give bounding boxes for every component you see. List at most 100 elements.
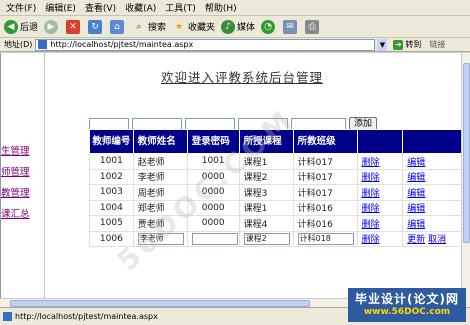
- home-button[interactable]: ⌂: [110, 19, 126, 34]
- edit-name-input[interactable]: 李老师: [137, 232, 184, 245]
- sidebar-item-course-summary[interactable]: 课汇总: [1, 206, 30, 220]
- header-edit: [402, 129, 461, 154]
- mail-icon: ✉: [283, 19, 298, 34]
- cell-name: 赵老师: [132, 153, 188, 170]
- search-icon: ⌕: [132, 19, 147, 34]
- cell-class: 计科017: [292, 184, 358, 201]
- sidebar-item-teacher-manage[interactable]: 师管理: [1, 164, 30, 178]
- cell-course: 课程4: [238, 215, 294, 232]
- star-icon: ★: [172, 19, 187, 34]
- go-arrow-icon: ➔: [393, 39, 404, 50]
- delete-link[interactable]: 删除: [362, 189, 380, 199]
- cell-name: 贾老师: [132, 215, 188, 232]
- edit-class-input[interactable]: 计科018: [297, 232, 354, 245]
- address-input[interactable]: http://localhost/pjtest/maintea.aspx: [35, 38, 376, 51]
- page-icon: [38, 40, 48, 49]
- stop-button[interactable]: ✕: [66, 19, 82, 34]
- menu-file[interactable]: 文件(F): [6, 1, 36, 14]
- cell-course: 课程3: [238, 184, 294, 201]
- watermark-line1: 毕业设计(论文)网: [355, 292, 459, 306]
- cell-password: 0000: [186, 168, 240, 185]
- mail-button[interactable]: ✉: [283, 19, 299, 34]
- header-password: 登录密码: [186, 129, 240, 154]
- cell-id: 1001: [89, 153, 134, 170]
- refresh-button[interactable]: ↻: [88, 19, 104, 34]
- vertical-scroll-thumb[interactable]: [463, 63, 470, 243]
- edit-course-input[interactable]: 课程2: [243, 232, 290, 245]
- cell-course: 课程1: [238, 199, 294, 216]
- site-watermark: 毕业设计(论文)网 www.56DOC.com: [348, 288, 466, 322]
- sidebar-item-teaching-manage[interactable]: 教管理: [1, 185, 30, 199]
- edit-link[interactable]: 编辑: [407, 158, 425, 168]
- new-password-input[interactable]: [185, 117, 235, 130]
- update-link[interactable]: 更新: [407, 235, 425, 245]
- favorites-label: 收藏夹: [188, 23, 216, 33]
- delete-link[interactable]: 删除: [362, 158, 380, 168]
- edit-link[interactable]: 编辑: [407, 173, 425, 183]
- cell-id: 1004: [89, 199, 134, 216]
- history-icon: ◔: [261, 19, 276, 34]
- back-label: 后退: [20, 23, 39, 33]
- delete-link[interactable]: 删除: [362, 220, 380, 230]
- horizontal-scroll-thumb[interactable]: [10, 300, 310, 307]
- cell-id: 1002: [89, 168, 134, 185]
- back-arrow-icon: ◀: [4, 19, 18, 34]
- address-url: http://localhost/pjtest/maintea.aspx: [50, 40, 194, 49]
- edit-link[interactable]: 编辑: [407, 204, 425, 214]
- media-button[interactable]: ♪ 媒体: [221, 19, 256, 34]
- media-label: 媒体: [237, 23, 256, 33]
- status-url: http://localhost/pjtest/maintea.aspx: [15, 312, 158, 321]
- cell-id: 1006: [89, 230, 134, 247]
- delete-link[interactable]: 删除: [362, 204, 380, 214]
- edit-link[interactable]: 编辑: [407, 189, 425, 199]
- address-label: 地址(D): [4, 40, 33, 49]
- left-menu: 生管理 师管理 教管理 课汇总: [1, 53, 45, 307]
- menu-help[interactable]: 帮助(H): [205, 1, 237, 14]
- favorites-button[interactable]: ★ 收藏夹: [172, 19, 216, 34]
- address-dropdown-icon[interactable]: ▼: [377, 38, 388, 51]
- new-course-input[interactable]: [238, 117, 288, 130]
- cell-class: 计科016: [292, 215, 358, 232]
- header-course: 所授课程: [238, 129, 294, 154]
- vertical-scrollbar[interactable]: [461, 53, 470, 307]
- links-button[interactable]: 链接: [429, 39, 445, 50]
- table-header-row: 教师编号 教师姓名 登录密码 所授课程 所教班级: [89, 129, 461, 154]
- new-id-input[interactable]: [89, 117, 129, 130]
- go-button[interactable]: ➔ 转到: [393, 39, 421, 50]
- menu-favorites[interactable]: 收藏(A): [125, 1, 156, 14]
- forward-button[interactable]: ▶: [44, 19, 60, 34]
- toolbar: ◀ 后退 ▶ ✕ ↻ ⌂ ⌕ 搜索 ★ 收藏夹 ♪ 媒体 ◔ ✉ ⎙: [0, 16, 470, 38]
- teacher-table: 教师编号 教师姓名 登录密码 所授课程 所教班级 1001 赵老师 1001 课…: [89, 129, 461, 247]
- delete-link[interactable]: 删除: [362, 235, 380, 245]
- menu-view[interactable]: 查看(V): [85, 1, 116, 14]
- history-button[interactable]: ◔: [261, 19, 277, 34]
- delete-link[interactable]: 删除: [362, 173, 380, 183]
- cell-password: 0000: [186, 215, 240, 232]
- cancel-link[interactable]: 取消: [428, 235, 446, 245]
- new-name-input[interactable]: [132, 117, 182, 130]
- table-row: 1001 赵老师 1001 课程1 计科017 删除 编辑: [89, 153, 461, 170]
- cell-class: 计科017: [292, 168, 358, 185]
- table-row: 1003 周老师 0000 课程3 计科017 删除 编辑: [89, 184, 461, 201]
- menu-tools[interactable]: 工具(T): [165, 1, 196, 14]
- back-button[interactable]: ◀ 后退: [4, 19, 39, 34]
- cell-name: 郑老师: [132, 199, 188, 216]
- print-button[interactable]: ⎙: [305, 19, 321, 34]
- cell-class: 计科017: [292, 153, 358, 170]
- header-teacher-name: 教师姓名: [132, 129, 188, 154]
- new-class-input[interactable]: [291, 117, 346, 130]
- cell-name: 周老师: [132, 184, 188, 201]
- search-button[interactable]: ⌕ 搜索: [132, 19, 166, 34]
- page-title: 欢迎进入评教系统后台管理: [161, 70, 324, 85]
- cell-name: 李老师: [132, 168, 188, 185]
- cell-id: 1003: [89, 184, 134, 201]
- home-icon: ⌂: [110, 19, 125, 34]
- edit-password-input[interactable]: [191, 232, 238, 245]
- watermark-line2: www.56DOC.com: [363, 307, 451, 317]
- cell-password: 1001: [186, 153, 240, 170]
- sidebar-item-student-manage[interactable]: 生管理: [1, 143, 30, 157]
- header-class: 所教班级: [292, 129, 358, 154]
- edit-link[interactable]: 编辑: [407, 220, 425, 230]
- menu-edit[interactable]: 编辑(E): [45, 1, 76, 14]
- refresh-icon: ↻: [88, 19, 103, 34]
